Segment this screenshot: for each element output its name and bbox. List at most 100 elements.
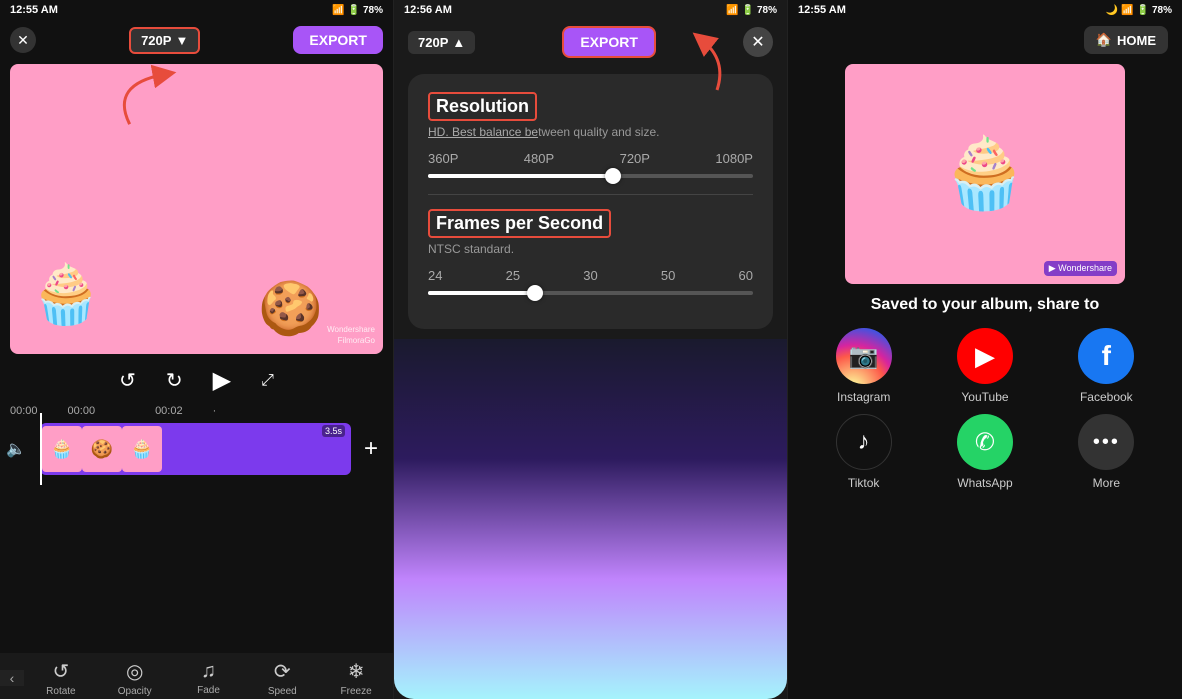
facebook-icon: f [1078,328,1134,384]
editor-header: ✕ 720P ▼ EXPORT [0,20,393,60]
chevron-up-icon: ▲ [452,35,465,50]
export-button-1[interactable]: EXPORT [293,26,383,54]
resolution-badge-1[interactable]: 720P ▼ [129,27,200,54]
fade-icon: ♫ [201,660,216,683]
resolution-options: 360P 480P 720P 1080P [428,151,753,166]
watermark-1: WondershareFilmoraGo [327,325,375,346]
fade-label: Fade [197,685,220,696]
speed-label: Speed [268,686,297,697]
time-marker-dot: · [213,405,217,417]
timeline-area: 🔈 🧁 🍪 🧁 3.5s + [0,419,393,479]
speed-icon: ⟳ [274,659,291,684]
time-1: 12:55 AM [10,4,58,16]
more-icon: ••• [1078,414,1134,470]
share-facebook[interactable]: f Facebook [1051,328,1162,404]
home-label: HOME [1117,33,1156,48]
back-button[interactable]: ‹ [0,670,24,686]
status-icons-3: 🌙 📶 🔋 78% [1106,5,1172,16]
rotate-label: Rotate [46,686,75,697]
play-button[interactable]: ▶ [213,366,231,395]
share-more[interactable]: ••• More [1051,414,1162,490]
youtube-icon: ▶ [957,328,1013,384]
share-grid: 📷 Instagram ▶ YouTube f Facebook ♪ Tikto… [788,318,1182,500]
chevron-down-icon: ▼ [175,33,188,48]
tool-freeze[interactable]: ❄ Freeze [319,659,393,697]
fps-subtitle: NTSC standard. [428,242,753,256]
battery-1: 78% [363,5,383,16]
instagram-label: Instagram [837,390,890,404]
tiktok-label: Tiktok [848,476,880,490]
status-icons-1: 📶 🔋 78% [332,5,383,16]
timeline-track[interactable]: 🧁 🍪 🧁 3.5s [40,423,351,475]
opacity-label: Opacity [118,686,152,697]
volume-icon: 🔈 [6,439,36,459]
tiktok-icon: ♪ [836,414,892,470]
timeline-cursor [40,413,42,485]
status-bar-1: 12:55 AM 📶 🔋 78% [0,0,393,20]
settings-header: 720P ▲ EXPORT ✕ [394,20,787,64]
time-marker-start: 00:00 [10,405,38,417]
export-button-2[interactable]: EXPORT [562,26,656,58]
resolution-slider[interactable] [428,174,753,178]
settings-card: Resolution HD. Best balance between qual… [408,74,773,329]
fullscreen-button[interactable]: ⤢ [261,372,274,390]
share-instagram[interactable]: 📷 Instagram [808,328,919,404]
share-label: Saved to your album, share to [788,292,1182,318]
fps-title: Frames per Second [428,209,611,238]
track-thumb-3: 🧁 [122,426,162,472]
youtube-label: YouTube [961,390,1008,404]
freeze-label: Freeze [341,686,372,697]
time-2: 12:56 AM [404,4,452,16]
undo-button[interactable]: ↺ [119,368,136,393]
timeline-header: 00:00 00:00 00:02 · [0,403,393,419]
facebook-label: Facebook [1080,390,1133,404]
redo-button[interactable]: ↻ [166,368,183,393]
video-thumb-container: 🧁 ▶ Wondershare [788,64,1182,292]
video-thumbnail: 🧁 ▶ Wondershare [845,64,1125,284]
share-tiktok[interactable]: ♪ Tiktok [808,414,919,490]
time-marker-end: 00:02 [155,405,183,417]
fps-section: Frames per Second NTSC standard. 24 25 3… [428,209,753,295]
track-thumb-2: 🍪 [82,426,122,472]
settings-panel: 12:56 AM 📶 🔋 78% 720P ▲ EXPORT ✕ Resolut… [394,0,788,699]
char-cookie: 🍪 [258,278,323,339]
thumb-watermark: ▶ Wondershare [1044,261,1117,276]
whatsapp-label: WhatsApp [957,476,1012,490]
opacity-icon: ◎ [126,659,143,684]
fps-slider[interactable] [428,291,753,295]
time-3: 12:55 AM [798,4,846,16]
more-label: More [1093,476,1120,490]
tool-fade[interactable]: ♫ Fade [172,660,246,696]
add-clip-button[interactable]: + [355,433,387,465]
track-duration-label: 3.5s [322,425,345,437]
close-settings-button[interactable]: ✕ [743,27,773,57]
track-thumb-1: 🧁 [42,426,82,472]
home-button[interactable]: 🏠 HOME [1084,26,1168,54]
bottom-toolbar: ‹ ↺ Rotate ◎ Opacity ♫ Fade ⟳ Speed ❄ Fr… [0,653,393,699]
share-panel: 12:55 AM 🌙 📶 🔋 78% 🏠 HOME 🧁 ▶ Wondershar… [788,0,1182,699]
home-icon: 🏠 [1096,32,1112,48]
close-button[interactable]: ✕ [10,27,36,53]
whatsapp-icon: ✆ [957,414,1013,470]
tool-rotate[interactable]: ↺ Rotate [24,659,98,697]
gradient-area [394,339,787,699]
playback-controls: ↺ ↻ ▶ ⤢ [0,358,393,403]
battery-3: 78% [1152,5,1172,16]
instagram-icon: 📷 [836,328,892,384]
video-editor-panel: 12:55 AM 📶 🔋 78% ✕ 720P ▼ EXPORT 🧁 🍪 Won… [0,0,394,699]
resolution-subtitle: HD. Best balance between quality and siz… [428,125,753,139]
status-bar-3: 12:55 AM 🌙 📶 🔋 78% [788,0,1182,20]
share-whatsapp[interactable]: ✆ WhatsApp [929,414,1040,490]
freeze-icon: ❄ [348,659,365,684]
tool-opacity[interactable]: ◎ Opacity [98,659,172,697]
status-icons-2: 📶 🔋 78% [726,5,777,16]
rotate-icon: ↺ [53,659,70,684]
battery-2: 78% [757,5,777,16]
share-header: 🏠 HOME [788,20,1182,60]
resolution-badge-2[interactable]: 720P ▲ [408,31,475,54]
share-youtube[interactable]: ▶ YouTube [929,328,1040,404]
tool-speed[interactable]: ⟳ Speed [245,659,319,697]
resolution-section: Resolution HD. Best balance between qual… [428,92,753,178]
status-bar-2: 12:56 AM 📶 🔋 78% [394,0,787,20]
thumb-char: 🧁 [941,133,1028,215]
